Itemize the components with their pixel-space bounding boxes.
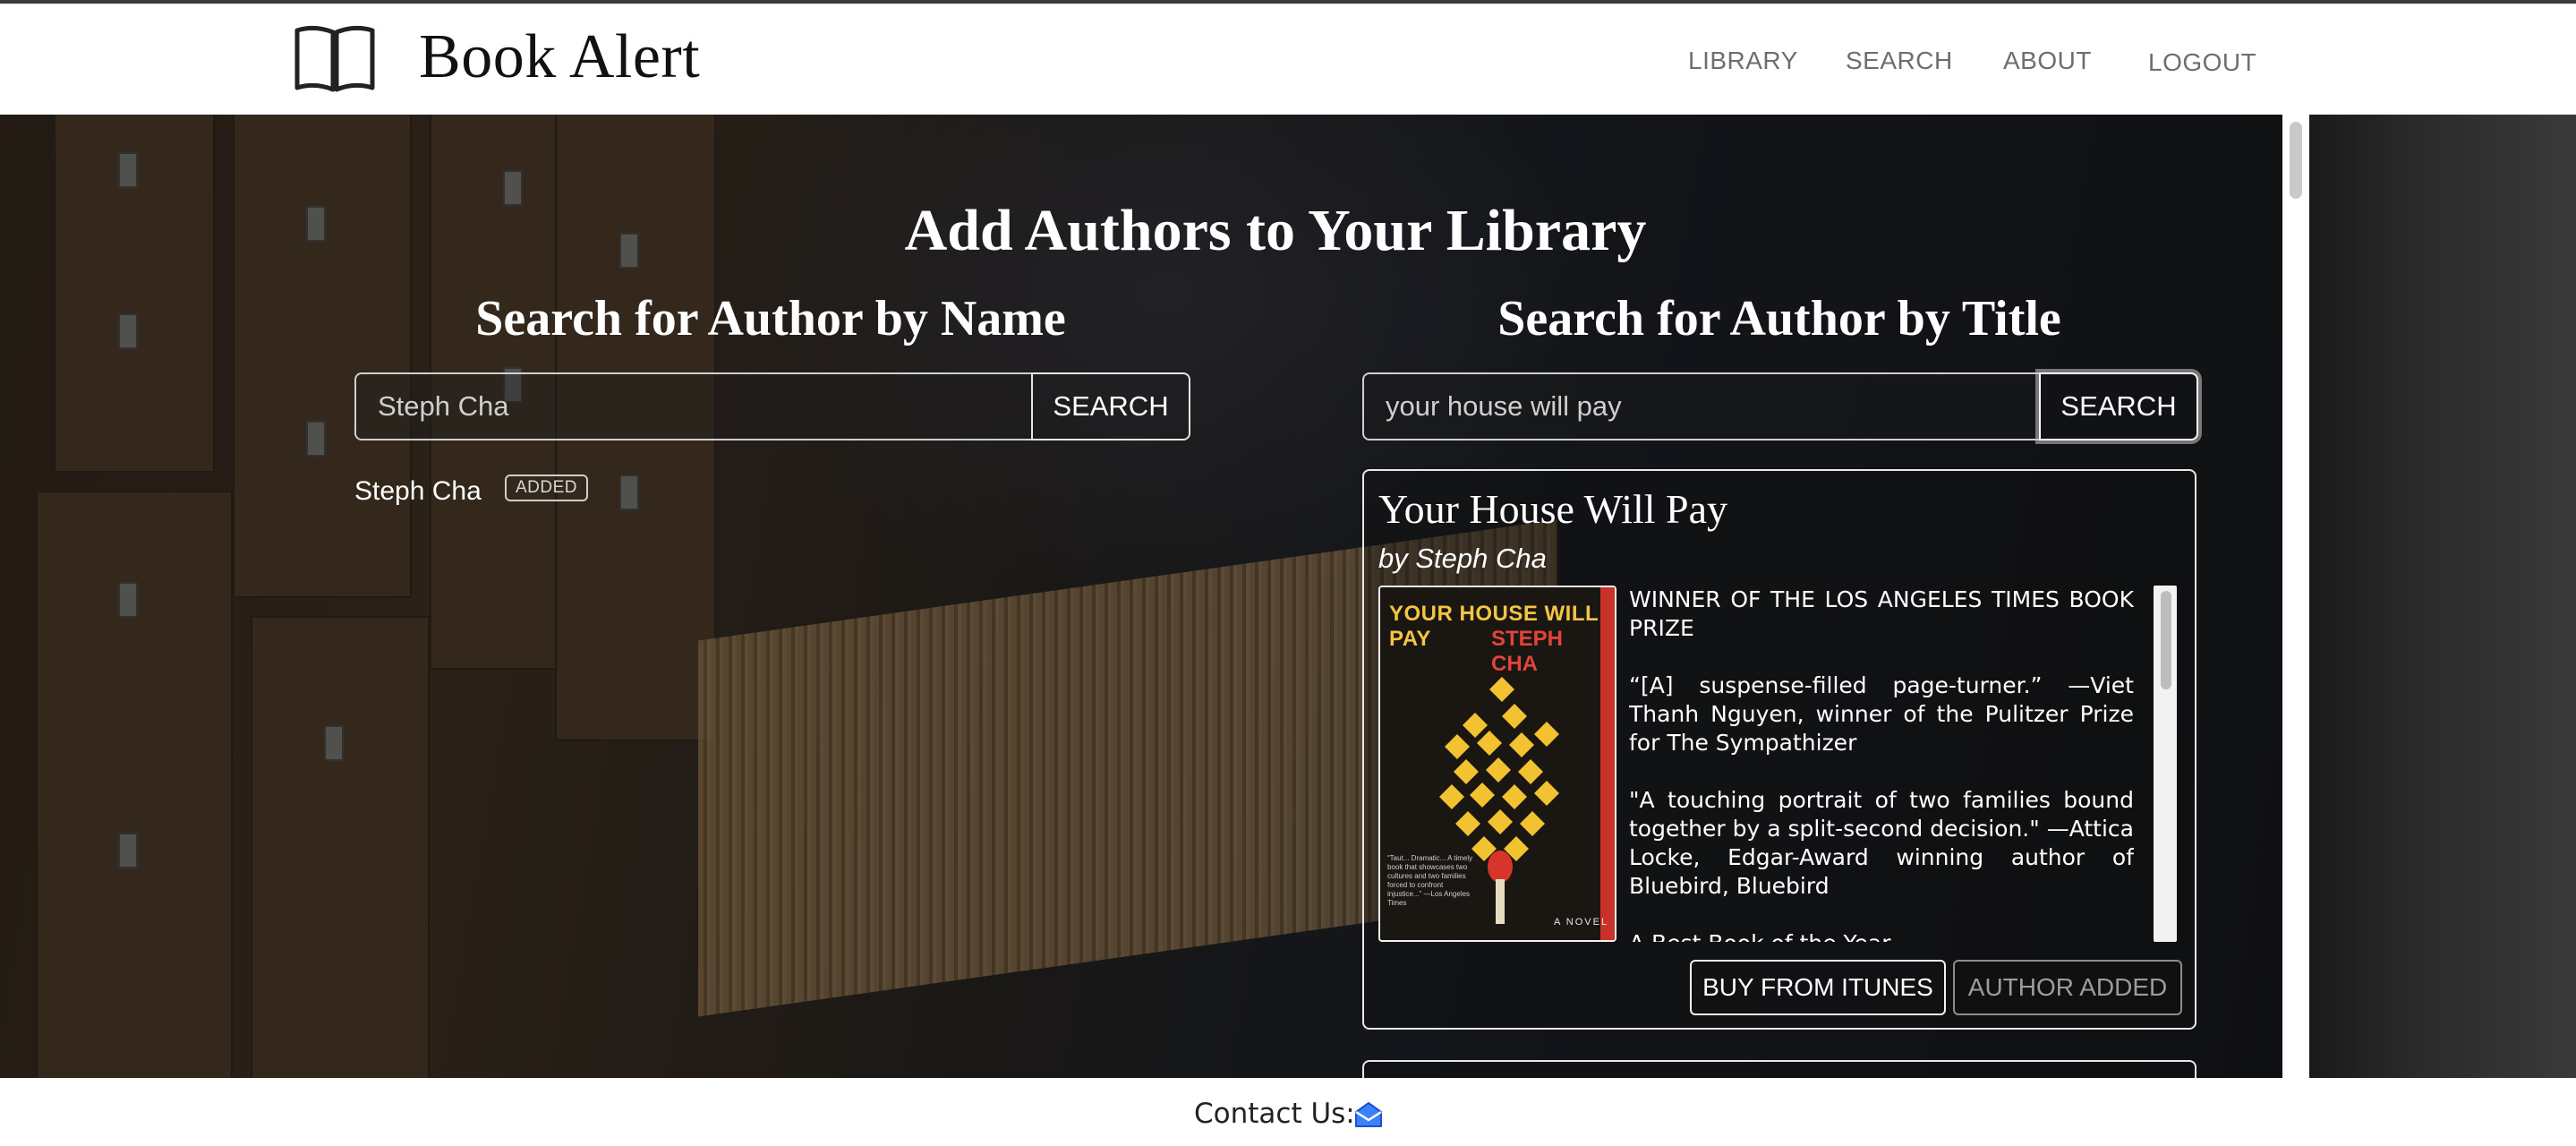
book-result-card: Your House Will Pay by Steph Cha YOUR HO… <box>1362 469 2196 1030</box>
page-title: Add Authors to Your Library <box>904 198 1647 263</box>
search-by-title-button[interactable]: SEARCH <box>2039 372 2198 440</box>
book-title: Your House Will Pay <box>1378 486 1728 532</box>
page-scrollbar[interactable] <box>2282 115 2309 1078</box>
background-edge <box>2309 115 2576 1078</box>
contact-label: Contact Us: <box>1194 1098 1355 1130</box>
buy-from-itunes-button[interactable]: BUY FROM ITUNES <box>1690 960 1946 1015</box>
description-paragraph: A Best Book of the Year <box>1629 929 2134 942</box>
cover-author-text: STEPH CHA <box>1491 627 1564 676</box>
page-scroll-thumb[interactable] <box>2290 122 2302 199</box>
search-by-name-button[interactable]: SEARCH <box>1031 372 1190 440</box>
mail-icon[interactable] <box>1353 1099 1384 1130</box>
book-description[interactable]: WINNER OF THE LOS ANGELES TIMES BOOK PRI… <box>1629 586 2134 942</box>
search-by-title-group: your house will pay SEARCH <box>1362 372 2198 440</box>
book-author: by Steph Cha <box>1378 543 1547 574</box>
description-paragraph: "A touching portrait of two families bou… <box>1629 787 2134 899</box>
search-by-name-title: Search for Author by Name <box>475 291 1066 346</box>
brand-name[interactable]: Book Alert <box>419 21 700 93</box>
search-by-name-group: Steph Cha SEARCH <box>354 372 1190 440</box>
nav-about[interactable]: ABOUT <box>2003 47 2092 75</box>
open-book-icon[interactable] <box>292 23 378 95</box>
nav-search[interactable]: SEARCH <box>1846 47 1953 75</box>
book-title-input[interactable]: your house will pay <box>1362 372 2041 440</box>
author-added-button[interactable]: AUTHOR ADDED <box>1953 960 2182 1015</box>
nav-library[interactable]: LIBRARY <box>1688 47 1798 75</box>
nav-logout[interactable]: LOGOUT <box>2148 48 2256 77</box>
navbar: Book Alert LIBRARY SEARCH ABOUT LOGOUT <box>0 4 2576 115</box>
description-paragraph: “[A] suspense-filled page-turner.” —Viet… <box>1629 672 2134 756</box>
cover-blurb: “Taut... Dramatic... A timely book that … <box>1387 854 1473 907</box>
book-result-card-next <box>1362 1060 2196 1078</box>
author-result-name[interactable]: Steph Cha <box>354 476 482 507</box>
author-name-input[interactable]: Steph Cha <box>354 372 1033 440</box>
cover-footer-text: A NOVEL <box>1554 917 1609 928</box>
description-paragraph: WINNER OF THE LOS ANGELES TIMES BOOK PRI… <box>1629 586 2134 641</box>
hero-section: Add Authors to Your Library Search for A… <box>0 115 2282 1078</box>
added-badge: ADDED <box>505 475 589 501</box>
description-scroll-thumb[interactable] <box>2161 591 2171 689</box>
book-cover-image: YOUR HOUSE WILL PAY STEPH CHA “Taut... D… <box>1378 586 1616 942</box>
footer: Contact Us: <box>0 1078 2576 1146</box>
search-by-title-title: Search for Author by Title <box>1497 291 2061 346</box>
description-scrollbar[interactable] <box>2154 586 2177 942</box>
